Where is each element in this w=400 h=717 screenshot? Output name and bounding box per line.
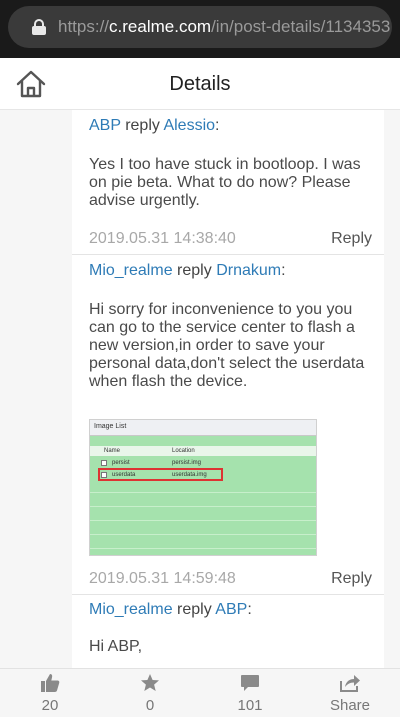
reply-button[interactable]: Reply [331, 230, 372, 248]
app-header: Details [0, 58, 400, 110]
address-bar[interactable]: https://c.realme.com/in/post-details/113… [8, 6, 392, 48]
reply-verb: reply [125, 117, 160, 134]
attached-screenshot[interactable]: Image List Name Location persist persist… [89, 419, 317, 556]
screenshot-window-title: Image List [90, 420, 316, 436]
bottom-action-bar: 20 0 101 Share [0, 668, 400, 717]
screenshot-row-name: persist [112, 460, 130, 466]
reply-header: Mio_realme reply Drnakum: [89, 255, 372, 281]
reply-button[interactable]: Reply [331, 570, 372, 588]
reply-footer: 2019.05.31 14:38:40 Reply [89, 224, 372, 254]
share-button[interactable]: Share [310, 673, 390, 714]
comment-icon [241, 675, 259, 691]
reply-footer: 2019.05.31 14:59:48 Reply [89, 564, 372, 594]
favorite-button[interactable]: 0 [110, 673, 190, 714]
page-title: Details [169, 73, 231, 95]
url-host: c.realme.com [109, 17, 212, 36]
favorite-count: 0 [145, 697, 155, 714]
reply-colon: : [215, 117, 220, 134]
reply-verb: reply [177, 262, 212, 279]
reply-item: Mio_realme reply Drnakum: Hi sorry for i… [72, 255, 384, 595]
screenshot-highlight-box [98, 468, 223, 481]
reply-author[interactable]: Mio_realme [89, 601, 173, 618]
reply-header: Mio_realme reply ABP: [89, 595, 372, 620]
star-icon [141, 674, 159, 691]
lock-icon [32, 19, 46, 35]
screenshot-column-headers: Name Location [90, 446, 316, 456]
reply-body: Yes I too have stuck in bootloop. I was … [89, 156, 361, 209]
screenshot-row-location: persist.img [172, 460, 202, 466]
like-count: 20 [41, 697, 59, 714]
reply-body: Hi ABP, [89, 638, 143, 655]
reply-item: Mio_realme reply ABP: Hi ABP, [72, 595, 384, 656]
screenshot-col-name: Name [104, 448, 121, 454]
reply-timestamp: 2019.05.31 14:59:48 [89, 570, 236, 587]
reply-colon: : [281, 262, 286, 279]
reply-target[interactable]: Alessio [163, 117, 215, 134]
reply-timestamp: 2019.05.31 14:38:40 [89, 230, 236, 247]
url-scheme: https:// [58, 17, 110, 36]
comment-count: 101 [237, 697, 263, 714]
reply-verb: reply [177, 601, 212, 618]
like-button[interactable]: 20 [10, 673, 90, 714]
browser-bar: https://c.realme.com/in/post-details/113… [0, 0, 400, 58]
share-label: Share [329, 697, 371, 714]
reply-author[interactable]: ABP [89, 117, 121, 134]
url-path: /in/post-details/1134353 [211, 17, 391, 36]
reply-colon: : [247, 601, 252, 618]
screenshot-row: persist persist.img [90, 458, 316, 468]
thumbs-up-icon [41, 674, 60, 692]
screenshot-col-location: Location [172, 448, 195, 454]
comment-button[interactable]: 101 [210, 673, 290, 714]
reply-body: Hi sorry for inconvenience to you you ca… [89, 301, 365, 390]
home-icon[interactable] [14, 68, 48, 100]
reply-author[interactable]: Mio_realme [89, 262, 173, 279]
share-icon [340, 675, 360, 692]
replies-list: ABP reply Alessio: Yes I too have stuck … [72, 110, 384, 668]
reply-header: ABP reply Alessio: [89, 110, 372, 136]
url-text[interactable]: https://c.realme.com/in/post-details/113… [58, 17, 390, 37]
reply-item: ABP reply Alessio: Yes I too have stuck … [72, 110, 384, 255]
reply-target[interactable]: ABP [215, 601, 247, 618]
reply-target[interactable]: Drnakum [216, 262, 281, 279]
